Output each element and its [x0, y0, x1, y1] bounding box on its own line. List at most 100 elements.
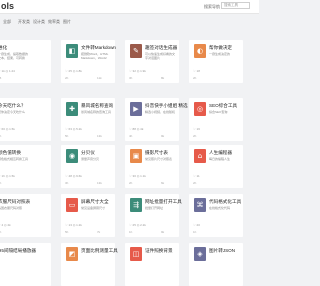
tool-icon: ◎: [194, 102, 206, 116]
tool-desc: [209, 255, 241, 267]
tool-title[interactable]: 趣签对话生成器: [145, 45, 177, 51]
tool-card[interactable]: ◫ 证件照换背景: [125, 243, 179, 286]
tool-title[interactable]: H5间隔结局播放器: [0, 248, 36, 254]
tool-time: 1h: [129, 230, 133, 234]
tool-desc: 颜色格式相互转换工具: [0, 157, 29, 161]
tool-card[interactable]: ⌂ 人生编程器 每日的编程人生 ♡ 11 2h: [189, 145, 243, 188]
search-input[interactable]: 搜索工具: [221, 2, 250, 9]
nav-item[interactable]: 全部: [3, 19, 11, 25]
tool-title[interactable]: 摄影尺寸表: [145, 150, 168, 156]
tool-card[interactable]: ✚ 暴风城名称查询 暴风城名称的查询工具 ♡ 63 ◎ 5.2k 5h 13k: [61, 98, 115, 141]
tool-title[interactable]: 图片转JSON: [209, 248, 235, 254]
tool-title[interactable]: 人生编程器: [209, 150, 232, 156]
tool-time: 9h: [0, 134, 1, 138]
tool-stats: ♡ 1k ◎ 1.24: [0, 69, 15, 73]
tool-stats: ♡ 32 ◎ 1.9k: [129, 69, 146, 73]
tool-stats: ♡ 60 ◎ 1.5k: [0, 127, 15, 131]
tool-title[interactable]: 文件转Markdown: [81, 45, 116, 51]
tool-desc: 一键生成，提取数据的文本，结果，可转换: [0, 52, 29, 60]
tool-icon: ◧: [66, 44, 78, 58]
tool-time: 2h: [193, 181, 197, 185]
nav-item[interactable]: 设计类: [33, 19, 45, 25]
tool-title[interactable]: 网址批量打开工具: [145, 199, 182, 205]
tool-desc: 一键生成决定的: [209, 52, 231, 56]
tool-desc: 在线格式化代码: [209, 206, 231, 210]
tool-icon: ◈: [194, 247, 206, 261]
tool-title[interactable]: 抖音快手小姐姐 精选: [145, 103, 188, 109]
tool-icon: ▶: [130, 102, 142, 116]
tool-icon: ⇶: [130, 198, 142, 212]
tool-views: 13k: [97, 134, 102, 138]
tool-time: 5h: [65, 230, 69, 234]
tool-stats: ♡ 18: [193, 69, 200, 73]
tool-card[interactable]: ⇶ 网址批量打开工具 批量打开网址 ♡ 25 ◎ 2.2k 1h 9k: [125, 194, 182, 237]
tool-desc: 每日的编程人生: [209, 157, 231, 161]
tool-icon: ⌘: [194, 198, 206, 212]
tool-time: 1h: [193, 230, 197, 234]
tool-card[interactable]: ▣ 摄影尺寸表 常见照片尺寸对照表 ♡ 30 ◎ 1.1k 2h 6k: [125, 145, 179, 188]
tool-desc: 精选小视频，在线随机: [145, 110, 176, 114]
tool-card[interactable]: ⌘ 代码格式化工具 在线格式化代码 ♡ 20 1h: [189, 194, 243, 237]
tool-title[interactable]: 分贝仪: [81, 150, 95, 156]
tool-icon: ✎: [130, 44, 142, 58]
tool-stats: ♡ 25 ◎ 2.2k: [129, 223, 146, 227]
tool-card[interactable]: ◧ 文件转Markdown 把微软Word，HTML Markdown，Word2 ♡…: [61, 40, 116, 83]
tool-icon: ◐: [194, 44, 206, 58]
tool-card[interactable]: H5间隔结局播放器: [0, 243, 51, 286]
tool-title[interactable]: 今天吃什么？: [0, 103, 26, 109]
nav-item[interactable]: 图片: [63, 19, 71, 25]
tool-desc: [81, 255, 113, 267]
tool-title[interactable]: 代码格式化工具: [209, 199, 241, 205]
tool-stats: ♡ 4 ◎ 2k: [0, 223, 11, 227]
tool-title[interactable]: 颜色值转换: [0, 150, 21, 156]
nav-item[interactable]: 开发类: [18, 19, 30, 25]
tool-card[interactable]: ▶ 抖音快手小姐姐 精选 精选小视频，在线随机 ♡ 88 ◎ 4k 4h 9k: [125, 98, 188, 141]
tool-card[interactable]: 进化一键生成，提取数据的文本，结果，可转换 ♡ 1k ◎ 1.24 45: [0, 40, 51, 83]
tool-desc: 帮你决定今天吃什么: [0, 110, 26, 114]
tool-card[interactable]: ▭ 屏幕尺寸大全 常见设备屏幕尺寸 ♡ 13 ◎ 1.2k 5h 7k: [61, 194, 115, 237]
tool-desc: [0, 255, 30, 267]
tool-time: 2h: [193, 134, 197, 138]
nav-item[interactable]: 效率类: [48, 19, 60, 25]
tool-views: 11k: [97, 76, 102, 80]
tool-card[interactable]: ◈ 图片转JSON: [189, 243, 243, 286]
site-logo[interactable]: ols: [1, 1, 14, 11]
tool-views: 6k: [161, 181, 165, 185]
tool-time: 3h: [65, 181, 69, 185]
tool-views: 8k: [161, 76, 165, 80]
tool-icon: ⌂: [194, 149, 206, 163]
tool-time: 2h: [0, 230, 1, 234]
tool-card[interactable]: ◎ SEO综合工具 综合SEO查询 ♡ 16 2h: [189, 98, 243, 141]
tool-title[interactable]: 进化: [0, 45, 7, 51]
tool-card[interactable]: 今天吃什么？帮你决定今天吃什么 ♡ 60 ◎ 1.5k 9h: [0, 98, 51, 141]
tool-card[interactable]: ◩ 页面比例测量工具: [61, 243, 118, 286]
tool-time: 4h: [129, 134, 133, 138]
tool-card[interactable]: 颜色值转换颜色格式相互转换工具 ♡ 1h ◎ 1.5k 3h: [0, 145, 51, 188]
tool-stats: ♡ 16: [193, 127, 200, 131]
tool-title[interactable]: 衣服尺码对照表: [0, 199, 30, 205]
tool-desc: 把微软Word，HTML Markdown，Word2: [81, 52, 109, 60]
tool-card[interactable]: 衣服尺码对照表各国衣服尺码对照 ♡ 4 ◎ 2k 2h: [0, 194, 51, 237]
tool-title[interactable]: 证件照换背景: [145, 248, 173, 254]
tool-icon: ◉: [66, 149, 78, 163]
tool-title[interactable]: SEO综合工具: [209, 103, 237, 109]
tool-title[interactable]: 帮你做决定: [209, 45, 232, 51]
tool-stats: ♡ 11: [193, 174, 200, 178]
tool-icon: ◩: [66, 247, 78, 261]
tool-card[interactable]: ✎ 趣签对话生成器 可以快速生成好看的文字对话图片 ♡ 32 ◎ 1.9k 3h 8k: [125, 40, 179, 83]
tool-title[interactable]: 暴风城名称查询: [81, 103, 113, 109]
tool-desc: 批量打开网址: [145, 206, 164, 210]
tool-views: 9k: [161, 230, 165, 234]
tool-card[interactable]: ◉ 分贝仪 测量声音分贝 ♡ 48 ◎ 9.6k 3h 13k: [61, 145, 115, 188]
tool-time: 45: [0, 76, 1, 80]
tool-icon: ▭: [66, 198, 78, 212]
tool-title[interactable]: 页面比例测量工具: [81, 248, 118, 254]
tool-stats: ♡ 88 ◎ 4k: [129, 127, 144, 131]
tool-views: 13k: [97, 181, 102, 185]
tool-title[interactable]: 屏幕尺寸大全: [81, 199, 109, 205]
tool-time: 2h: [65, 76, 69, 80]
tool-card[interactable]: ◐ 帮你做决定 一键生成决定的 ♡ 18 2h: [189, 40, 243, 83]
tool-stats: ♡ 63 ◎ 5.2k: [65, 127, 82, 131]
tool-time: 2h: [129, 181, 133, 185]
tool-stats: ♡ 20: [193, 223, 200, 227]
